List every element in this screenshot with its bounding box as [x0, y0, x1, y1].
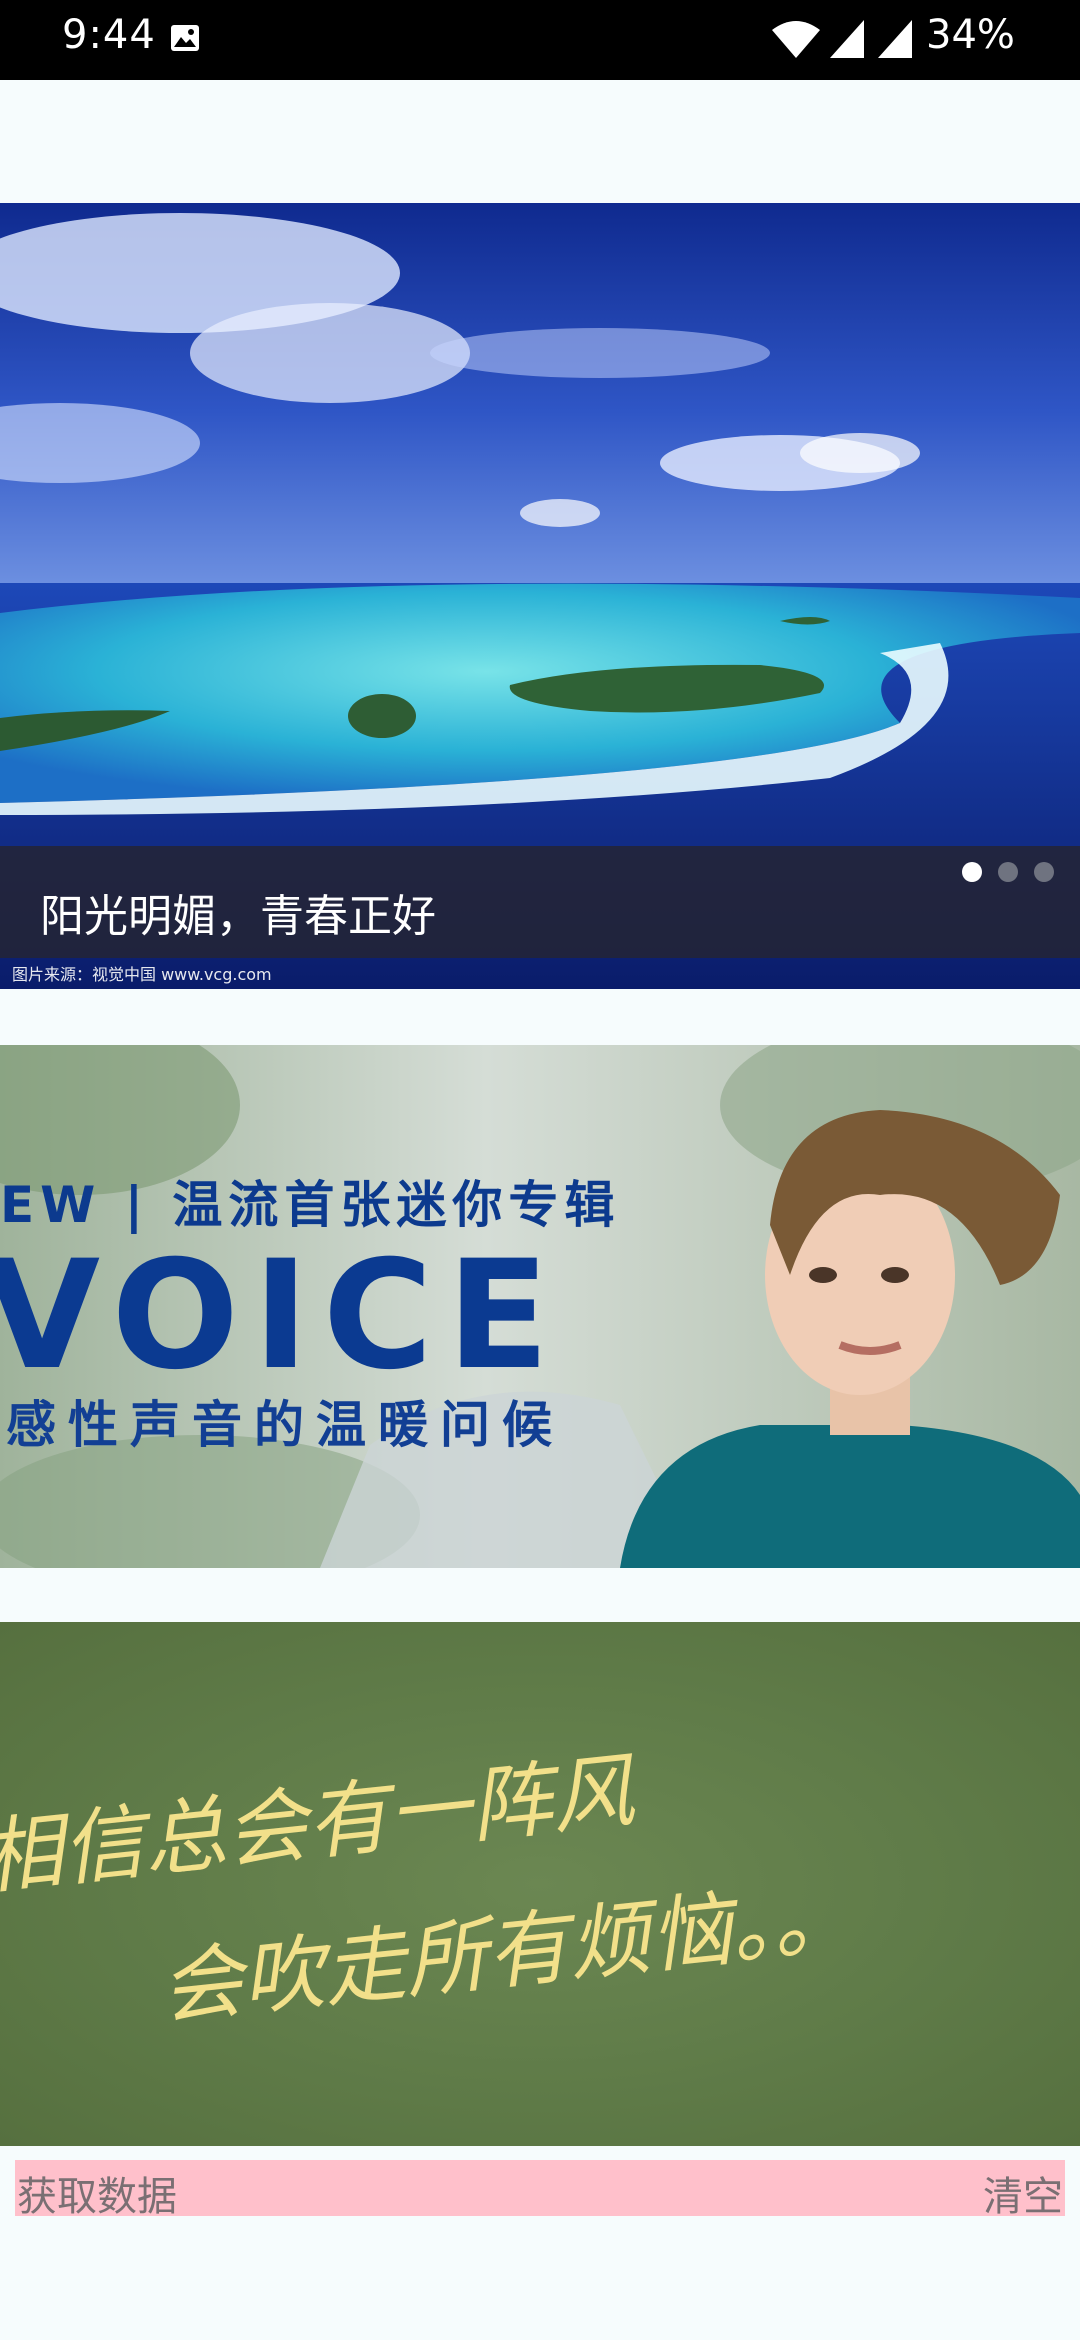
caption-bar: 阳光明媚，青春正好 — [0, 846, 1080, 958]
signal-icon — [830, 20, 864, 58]
signal-icon — [878, 20, 912, 58]
banner-caption: 阳光明媚，青春正好 — [40, 891, 436, 942]
battery-level: 34% — [926, 12, 1015, 58]
clear-button[interactable]: 清空 — [983, 2164, 1063, 2222]
status-bar: 9:44 34% — [0, 0, 1080, 80]
banner-atoll[interactable]: 阳光明媚，青春正好 图片来源：视觉中国 www.vcg.com — [0, 203, 1080, 989]
carousel-dot-3[interactable] — [1034, 862, 1054, 882]
gallery-icon — [171, 25, 199, 51]
get-data-button[interactable]: 获取数据 — [17, 2164, 177, 2222]
carousel-indicator — [962, 862, 1054, 882]
carousel-dot-1[interactable] — [962, 862, 982, 882]
photo-credit: 图片来源：视觉中国 www.vcg.com — [12, 965, 272, 984]
carousel-dot-2[interactable] — [998, 862, 1018, 882]
status-time: 9:44 — [62, 12, 156, 58]
banner-album[interactable]: EW | 温流首张迷你专辑 VOICE 感性声音的温暖问候 — [0, 1045, 1080, 1568]
album-title: VOICE — [0, 1229, 564, 1403]
action-bar: 获取数据 清空 — [15, 2160, 1065, 2220]
album-header: EW | 温流首张迷你专辑 — [0, 1176, 621, 1234]
album-subtitle: 感性声音的温暖问候 — [6, 1396, 564, 1454]
banner-quote[interactable]: 相信总会有一阵风 会吹走所有烦恼。。 — [0, 1622, 1080, 2146]
wifi-icon — [772, 21, 820, 58]
